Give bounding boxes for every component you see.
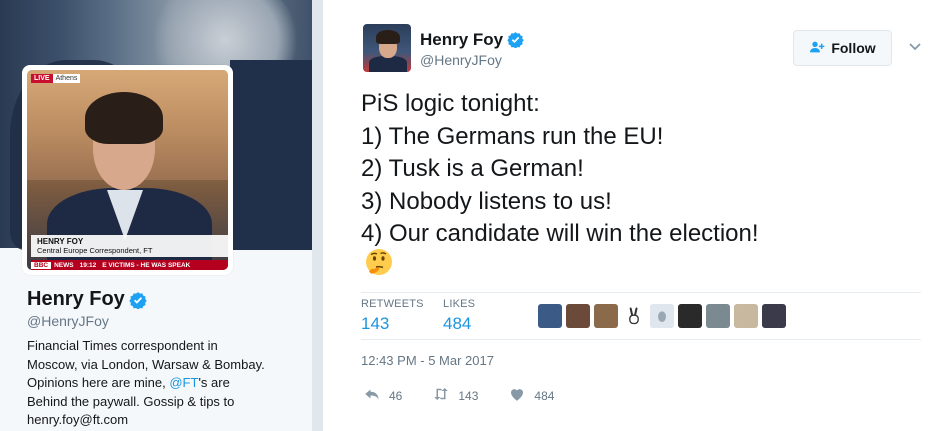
liker-avatar[interactable] xyxy=(538,304,562,328)
retweets-stat[interactable]: RETWEETS 143 xyxy=(361,298,424,334)
divider xyxy=(361,339,921,340)
caption-role: Central Europe Correspondent, FT xyxy=(37,246,153,255)
reply-button[interactable]: 46 xyxy=(363,385,402,406)
tweet-actions: 46 143 484 xyxy=(363,385,584,406)
bio-line: Financial Times correspondent in xyxy=(27,338,218,353)
ticker-time: 19:12 xyxy=(79,261,97,269)
tweet-line: 3) Nobody listens to us! xyxy=(361,187,612,215)
ft-mention-link[interactable]: @FT xyxy=(169,375,198,390)
avatar-suit xyxy=(369,56,407,72)
liker-avatar[interactable] xyxy=(762,304,786,328)
liker-avatar[interactable] xyxy=(566,304,590,328)
heart-icon xyxy=(508,385,526,406)
profile-sidebar: LIVE Athens HENRY FOY Central Europe Cor… xyxy=(0,0,323,431)
liker-avatar[interactable] xyxy=(706,304,730,328)
tweet-line: 2) Tusk is a German! xyxy=(361,155,584,182)
tweet-line: 1) The Germans run the EU! xyxy=(361,122,664,150)
profile-name[interactable]: Henry Foy xyxy=(27,288,125,311)
caption-name: HENRY FOY xyxy=(37,237,84,246)
verified-badge-icon xyxy=(507,31,525,49)
news-ticker: BBC NEWS 19:12 E VICTIMS - HE WAS SPEAK xyxy=(31,260,228,270)
profile-bio: Financial Times correspondent in Moscow,… xyxy=(27,337,297,430)
bio-text: Opinions here are mine, xyxy=(27,375,170,390)
retweets-stat-count: 143 xyxy=(361,314,390,333)
verified-badge-icon xyxy=(129,291,147,309)
liker-avatar[interactable] xyxy=(734,304,758,328)
bio-line: henry.foy@ft.com xyxy=(27,412,129,427)
retweets-stat-label: RETWEETS xyxy=(361,298,424,310)
tweet-line: 4) Our candidate will win the election! xyxy=(361,220,759,247)
tweet-author-avatar[interactable] xyxy=(363,24,411,72)
tweet-author-row: Henry Foy xyxy=(420,30,525,50)
tweet-author-handle[interactable]: @HenryJFoy xyxy=(420,52,502,68)
ticker-news: NEWS xyxy=(54,261,74,269)
likes-stat-count: 484 xyxy=(443,314,472,333)
follow-user-icon xyxy=(809,39,825,58)
profile-handle[interactable]: @HenryJFoy xyxy=(27,313,109,329)
like-button[interactable]: 484 xyxy=(508,385,554,406)
liker-avatar[interactable] xyxy=(678,304,702,328)
bio-line: Behind the paywall. Gossip & tips to xyxy=(27,393,235,409)
profile-avatar-image: LIVE Athens HENRY FOY Central Europe Cor… xyxy=(27,70,228,270)
tweet-line: PiS logic tonight: xyxy=(361,90,540,117)
retweet-count: 143 xyxy=(458,388,479,403)
liker-avatar[interactable] xyxy=(594,304,618,328)
tweet-text: PiS logic tonight: 1) The Germans run th… xyxy=(361,88,921,251)
header-photo-shape xyxy=(230,60,323,250)
thinking-face-icon xyxy=(363,247,395,279)
tweet-detail: Henry Foy @HenryJFoy Follow PiS logic to… xyxy=(323,0,936,431)
likes-stat-label: LIKES xyxy=(443,298,476,310)
avatar-hair xyxy=(376,30,400,44)
ticker-channel: BBC xyxy=(31,261,52,269)
live-location: Athens xyxy=(52,74,81,83)
liker-avatar[interactable] xyxy=(650,304,674,328)
likes-stat[interactable]: LIKES 484 xyxy=(443,298,475,334)
tweet-timestamp[interactable]: 12:43 PM - 5 Mar 2017 xyxy=(361,353,494,368)
live-tag: LIVE Athens xyxy=(31,74,81,83)
bio-line: Opinions here are mine, @FT's are xyxy=(27,374,297,393)
reply-count: 46 xyxy=(389,388,403,403)
avatar-hair xyxy=(85,92,163,144)
follow-label: Follow xyxy=(831,40,876,56)
reply-icon xyxy=(363,385,381,406)
bio-line: Moscow, via London, Warsaw & Bombay. xyxy=(27,356,265,372)
divider xyxy=(361,292,921,293)
victory-hand-icon[interactable] xyxy=(622,304,646,328)
retweet-icon xyxy=(432,385,450,406)
live-label: LIVE xyxy=(31,74,53,83)
follow-button[interactable]: Follow xyxy=(793,30,892,66)
ticker-text: E VICTIMS - HE WAS SPEAK xyxy=(102,261,191,269)
caption-lower-third: HENRY FOY Central Europe Correspondent, … xyxy=(31,235,228,257)
liker-avatars xyxy=(538,304,786,328)
profile-name-row: Henry Foy xyxy=(27,288,147,311)
bio-text: 's are xyxy=(198,375,230,390)
profile-avatar[interactable]: LIVE Athens HENRY FOY Central Europe Cor… xyxy=(22,65,233,275)
tweet-author-name[interactable]: Henry Foy xyxy=(420,30,503,50)
chevron-down-icon[interactable] xyxy=(907,38,923,54)
like-count: 484 xyxy=(534,388,555,403)
panel-edge xyxy=(312,0,323,431)
retweet-button[interactable]: 143 xyxy=(432,385,478,406)
